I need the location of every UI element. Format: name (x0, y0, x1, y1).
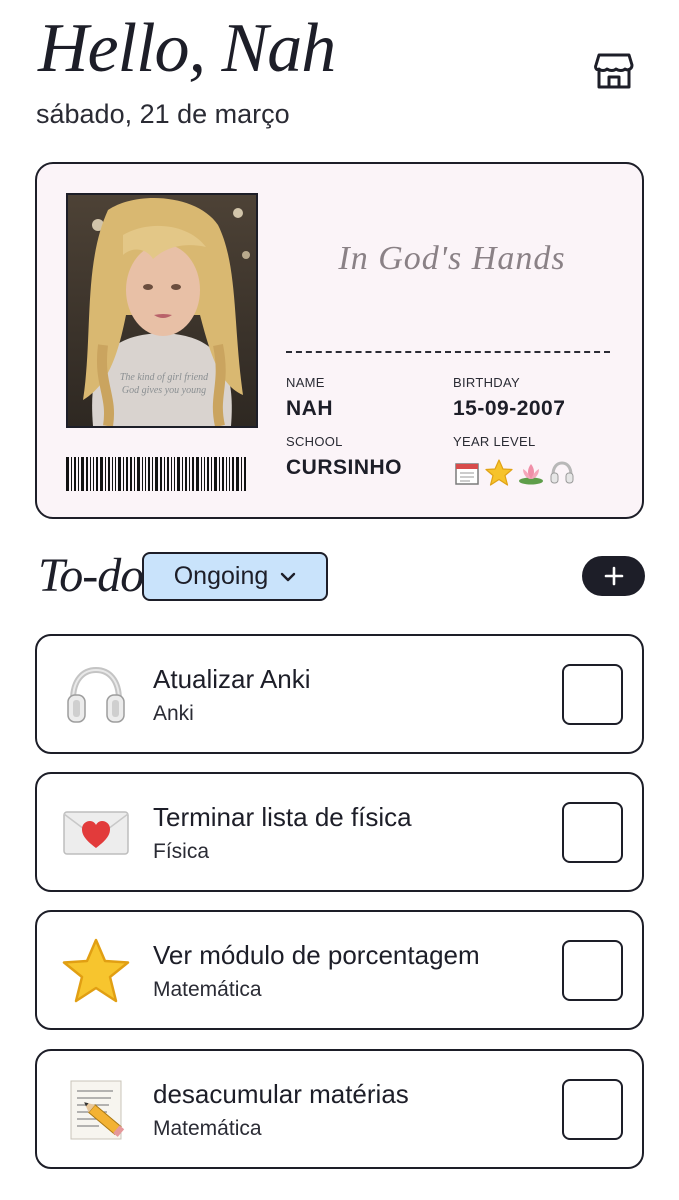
birthday-label: BIRTHDAY (453, 375, 520, 390)
headphones-icon (61, 660, 131, 730)
store-icon (594, 53, 634, 89)
chevron-down-icon (281, 572, 296, 581)
svg-text:God gives you young: God gives you young (122, 385, 206, 396)
lotus-icon (519, 464, 543, 485)
star-icon (485, 459, 513, 486)
task-subject: Matemática (153, 978, 262, 1001)
name-label: NAME (286, 375, 325, 390)
task-title: desacumular matérias (153, 1079, 409, 1109)
svg-text:The kind of girl friend: The kind of girl friend (120, 372, 209, 383)
task-checkbox[interactable] (562, 1079, 623, 1140)
task-subject: Anki (153, 702, 194, 725)
birthday-value: 15-09-2007 (453, 397, 566, 420)
year-level-icons (453, 458, 576, 488)
school-label: SCHOOL (286, 434, 343, 449)
greeting-title: Hello, Nah (38, 10, 336, 87)
card-motto: In God's Hands (338, 240, 566, 277)
task-checkbox[interactable] (562, 940, 623, 1001)
school-value: CURSINHO (286, 456, 403, 479)
year-level-label: YEAR LEVEL (453, 434, 536, 449)
task-item[interactable]: desacumular matérias Matemática (35, 1049, 644, 1169)
card-divider (286, 351, 610, 353)
task-item[interactable]: Ver módulo de porcentagem Matemática (35, 910, 644, 1030)
id-card: The kind of girl friend God gives you yo… (35, 162, 644, 519)
task-title: Terminar lista de física (153, 802, 412, 832)
task-item[interactable]: Atualizar Anki Anki (35, 634, 644, 754)
task-title: Ver módulo de porcentagem (153, 940, 480, 970)
star-icon (61, 936, 131, 1006)
status-filter-dropdown[interactable]: Ongoing (142, 552, 328, 601)
plus-icon (604, 566, 623, 586)
current-date: sábado, 21 de março (36, 99, 290, 129)
task-item[interactable]: Terminar lista de física Física (35, 772, 644, 892)
profile-photo[interactable]: The kind of girl friend God gives you yo… (66, 193, 258, 428)
task-subject: Matemática (153, 1117, 262, 1140)
barcode (66, 457, 258, 491)
store-button[interactable] (592, 49, 636, 93)
todo-heading: To-do (38, 549, 144, 602)
task-checkbox[interactable] (562, 802, 623, 863)
task-checkbox[interactable] (562, 664, 623, 725)
task-subject: Física (153, 840, 210, 863)
filter-label: Ongoing (173, 562, 269, 590)
memo-icon (61, 1075, 131, 1145)
add-task-button[interactable] (582, 556, 645, 596)
task-title: Atualizar Anki (153, 664, 311, 694)
headphones-icon (550, 461, 574, 484)
notepad-icon (455, 463, 479, 485)
name-value: NAH (286, 397, 333, 420)
love-letter-icon (61, 798, 131, 868)
